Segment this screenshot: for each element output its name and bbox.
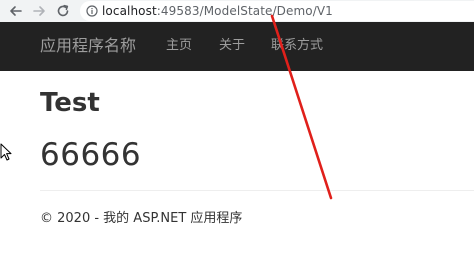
- reload-button[interactable]: [54, 2, 72, 20]
- page-heading: Test: [40, 88, 100, 118]
- url-host: localhost: [102, 4, 157, 18]
- value-display: 66666: [40, 137, 142, 173]
- mouse-cursor-icon: [0, 143, 12, 161]
- nav-link-contact[interactable]: 联系方式: [271, 37, 323, 55]
- reload-icon: [57, 4, 69, 17]
- nav-link-about[interactable]: 关于: [219, 37, 245, 55]
- browser-address-bar: localhost:49583/ModelState/Demo/V1: [0, 0, 474, 22]
- back-button[interactable]: [7, 2, 25, 20]
- brand-link[interactable]: 应用程序名称: [40, 35, 136, 57]
- info-icon[interactable]: [86, 5, 98, 17]
- url-text[interactable]: localhost:49583/ModelState/Demo/V1: [102, 3, 333, 19]
- url-field[interactable]: localhost:49583/ModelState/Demo/V1: [80, 1, 474, 21]
- url-path: :49583/ModelState/Demo/V1: [156, 4, 333, 18]
- arrow-right-icon: [33, 6, 45, 16]
- arrow-left-icon: [10, 6, 22, 16]
- forward-button[interactable]: [30, 2, 48, 20]
- nav-link-home[interactable]: 主页: [166, 37, 192, 55]
- app-navbar: 应用程序名称 主页 关于 联系方式: [0, 22, 474, 71]
- footer-divider: [40, 190, 474, 191]
- page-footer: © 2020 - 我的 ASP.NET 应用程序: [40, 211, 243, 226]
